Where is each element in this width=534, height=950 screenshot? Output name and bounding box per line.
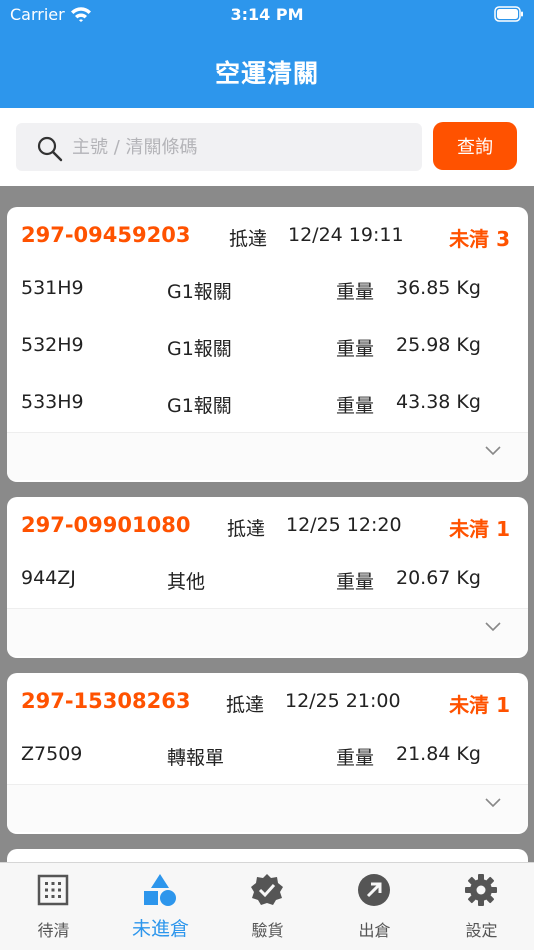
item-code: 533H9 xyxy=(21,391,84,413)
shapes-icon xyxy=(144,874,176,906)
item-code: Z7509 xyxy=(21,743,83,765)
shipment-list[interactable]: 297-09459203 抵達 12/24 19:11 未清 3 531H9 G… xyxy=(0,186,534,862)
card-header: 297-09459203 抵達 12/24 19:11 未清 3 xyxy=(7,207,528,261)
weight-value: 20.67 Kg xyxy=(396,567,481,589)
tab-inspection[interactable]: 驗貨 xyxy=(214,863,321,950)
list-item: 531H9 G1報關 重量 36.85 Kg xyxy=(7,261,528,318)
arrive-time: 12/25 12:20 xyxy=(286,514,402,536)
expand-toggle[interactable] xyxy=(7,784,528,832)
master-awb-number: 297-09901080 xyxy=(21,513,191,537)
list-item: 944ZJ 其他 重量 20.67 Kg xyxy=(7,551,528,608)
item-code: 531H9 xyxy=(21,277,84,299)
arrow-up-right-circle-icon xyxy=(358,874,390,906)
chevron-down-icon xyxy=(485,622,501,632)
search-box[interactable] xyxy=(16,123,422,171)
tab-pending[interactable]: 待清 xyxy=(0,863,107,950)
list-item: 533H9 G1報關 重量 43.38 Kg xyxy=(7,375,528,432)
arrive-time: 12/25 21:00 xyxy=(285,690,401,712)
weight-label: 重量 xyxy=(336,338,375,360)
weight-label: 重量 xyxy=(336,747,375,769)
item-type: 轉報單 xyxy=(167,747,225,769)
tab-outbound[interactable]: 出倉 xyxy=(321,863,428,950)
item-type: G1報關 xyxy=(167,338,232,360)
query-button[interactable]: 查詢 xyxy=(433,122,517,170)
search-icon xyxy=(37,136,63,162)
weight-value: 25.98 Kg xyxy=(396,334,481,356)
weight-value: 21.84 Kg xyxy=(396,743,481,765)
tab-label: 驗貨 xyxy=(251,921,284,940)
tab-label: 待清 xyxy=(37,921,70,940)
search-bar: 查詢 xyxy=(0,108,534,186)
master-awb-number: 297-09459203 xyxy=(21,223,191,247)
battery-icon xyxy=(494,6,523,22)
weight-label: 重量 xyxy=(336,571,375,593)
shipment-card[interactable]: 297-09459203 抵達 12/24 19:11 未清 3 531H9 G… xyxy=(7,207,528,482)
arrive-time: 12/24 19:11 xyxy=(288,224,404,246)
weight-label: 重量 xyxy=(336,395,375,417)
status-bar: Carrier 3:14 PM xyxy=(0,0,534,30)
item-code: 532H9 xyxy=(21,334,84,356)
arrive-label: 抵達 xyxy=(227,518,266,540)
gear-icon xyxy=(465,874,497,906)
shipment-card[interactable]: 297-15308263 抵達 12/25 21:00 未清 1 Z7509 轉… xyxy=(7,673,528,834)
weight-label: 重量 xyxy=(336,281,375,303)
tab-label: 出倉 xyxy=(358,921,391,940)
navigation-bar: 空運清關 xyxy=(0,30,534,108)
clock-time: 3:14 PM xyxy=(230,5,304,24)
status-badge: 未清 3 xyxy=(449,227,510,251)
verified-badge-icon xyxy=(251,874,283,905)
weight-value: 36.85 Kg xyxy=(396,277,481,299)
card-header: 297-15308263 抵達 12/25 21:00 未清 1 xyxy=(7,673,528,727)
tab-bar: 待清 未進倉 驗貨 出倉 設定 xyxy=(0,862,534,950)
expand-toggle[interactable] xyxy=(7,432,528,480)
status-badge: 未清 1 xyxy=(449,693,510,717)
master-awb-number: 297-15308263 xyxy=(21,689,191,713)
weight-value: 43.38 Kg xyxy=(396,391,481,413)
item-type: G1報關 xyxy=(167,395,232,417)
status-badge: 未清 1 xyxy=(449,517,510,541)
chevron-down-icon xyxy=(485,446,501,456)
chevron-down-icon xyxy=(485,798,501,808)
shipment-card[interactable] xyxy=(7,849,528,862)
arrive-label: 抵達 xyxy=(229,228,268,250)
arrive-label: 抵達 xyxy=(226,694,265,716)
item-type: 其他 xyxy=(167,571,206,593)
grid-icon xyxy=(37,874,69,906)
list-item: Z7509 轉報單 重量 21.84 Kg xyxy=(7,727,528,784)
tab-label: 未進倉 xyxy=(131,918,189,940)
item-type: G1報關 xyxy=(167,281,232,303)
card-header: 297-09901080 抵達 12/25 12:20 未清 1 xyxy=(7,497,528,551)
tab-settings[interactable]: 設定 xyxy=(428,863,534,950)
shipment-card[interactable]: 297-09901080 抵達 12/25 12:20 未清 1 944ZJ 其… xyxy=(7,497,528,658)
item-code: 944ZJ xyxy=(21,567,76,589)
search-input[interactable] xyxy=(72,123,412,171)
page-title: 空運清關 xyxy=(214,59,319,88)
expand-toggle[interactable] xyxy=(7,608,528,656)
tab-label: 設定 xyxy=(465,921,498,940)
tab-not-in-warehouse[interactable]: 未進倉 xyxy=(107,863,214,950)
list-item: 532H9 G1報關 重量 25.98 Kg xyxy=(7,318,528,375)
